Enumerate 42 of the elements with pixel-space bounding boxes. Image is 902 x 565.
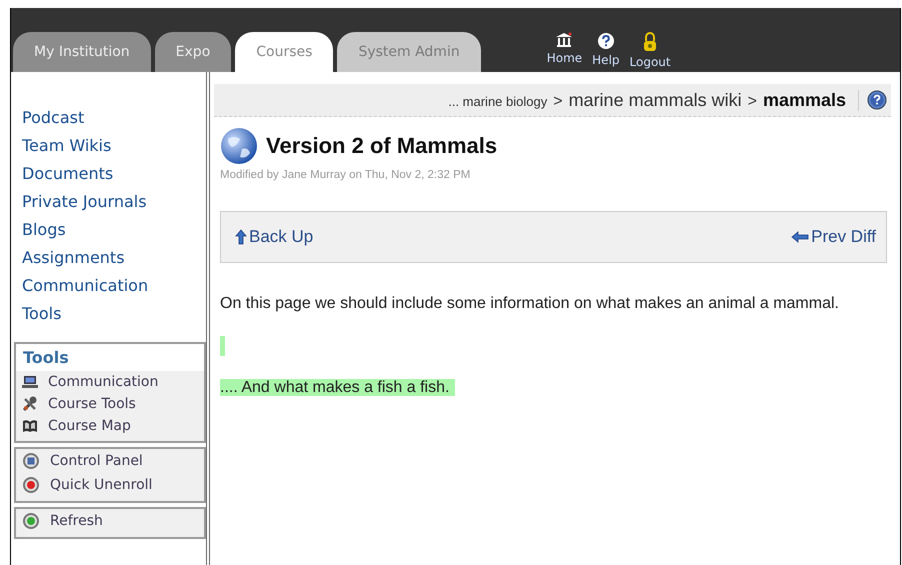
breadcrumb-separator: > [748,92,757,110]
panel-link[interactable]: Course Map [48,418,131,434]
sidebar-link[interactable]: Team Wikis [22,132,206,160]
book-icon [22,419,38,433]
panel-link[interactable]: Control Panel [50,453,143,469]
breadcrumb-link[interactable]: marine mammals wiki [568,90,742,110]
back-up-link[interactable]: Back Up [249,227,314,247]
left-arrow-icon [791,231,810,243]
sidebar-link[interactable]: Documents [22,160,206,188]
panel-link[interactable]: Communication [48,374,158,390]
panel-link[interactable]: Course Tools [48,396,136,412]
breadcrumb-link[interactable]: ... marine biology [448,94,548,108]
padlock-icon [643,32,658,52]
breadcrumb-separator: > [553,92,563,110]
top-link[interactable]: Home [546,51,582,65]
modified-info: Modified by Jane Murray on Thu, Nov 2, 2:32 PM [219,168,472,181]
prev-diff-link[interactable]: Prev Diff [811,227,876,247]
building-icon [555,32,574,48]
help-icon [596,32,615,50]
globe-icon [220,127,258,165]
sidebar-link[interactable]: Communication [22,272,206,300]
breadcrumb-link[interactable]: mammals [762,90,846,110]
sidebar-link[interactable]: Podcast [22,104,206,132]
panel-title: Tools [16,344,204,371]
sidebar-link[interactable]: Assignments [22,244,206,272]
refresh-icon [22,512,40,530]
added-text: .... And what makes a fish a fish. [220,379,456,396]
top-link[interactable]: Logout [630,55,671,69]
remove-icon [22,476,40,494]
panel-link[interactable]: Quick Unenroll [50,477,152,493]
help-icon [867,90,887,110]
top-link[interactable]: Help [592,53,620,67]
panel-link[interactable]: Refresh [50,513,103,529]
sidebar-link[interactable]: Private Journals [22,188,206,216]
control-panel-icon [22,452,40,470]
computer-icon [22,375,38,389]
up-arrow-icon [235,229,247,245]
paragraph: On this page we should include some information on what makes an animal a mammal. [220,294,840,314]
wrench-icon [22,396,38,412]
sidebar-link[interactable]: Tools [22,300,206,328]
sidebar-link[interactable]: Blogs [22,216,206,244]
page-title: Version 2 of Mammals [266,133,498,159]
